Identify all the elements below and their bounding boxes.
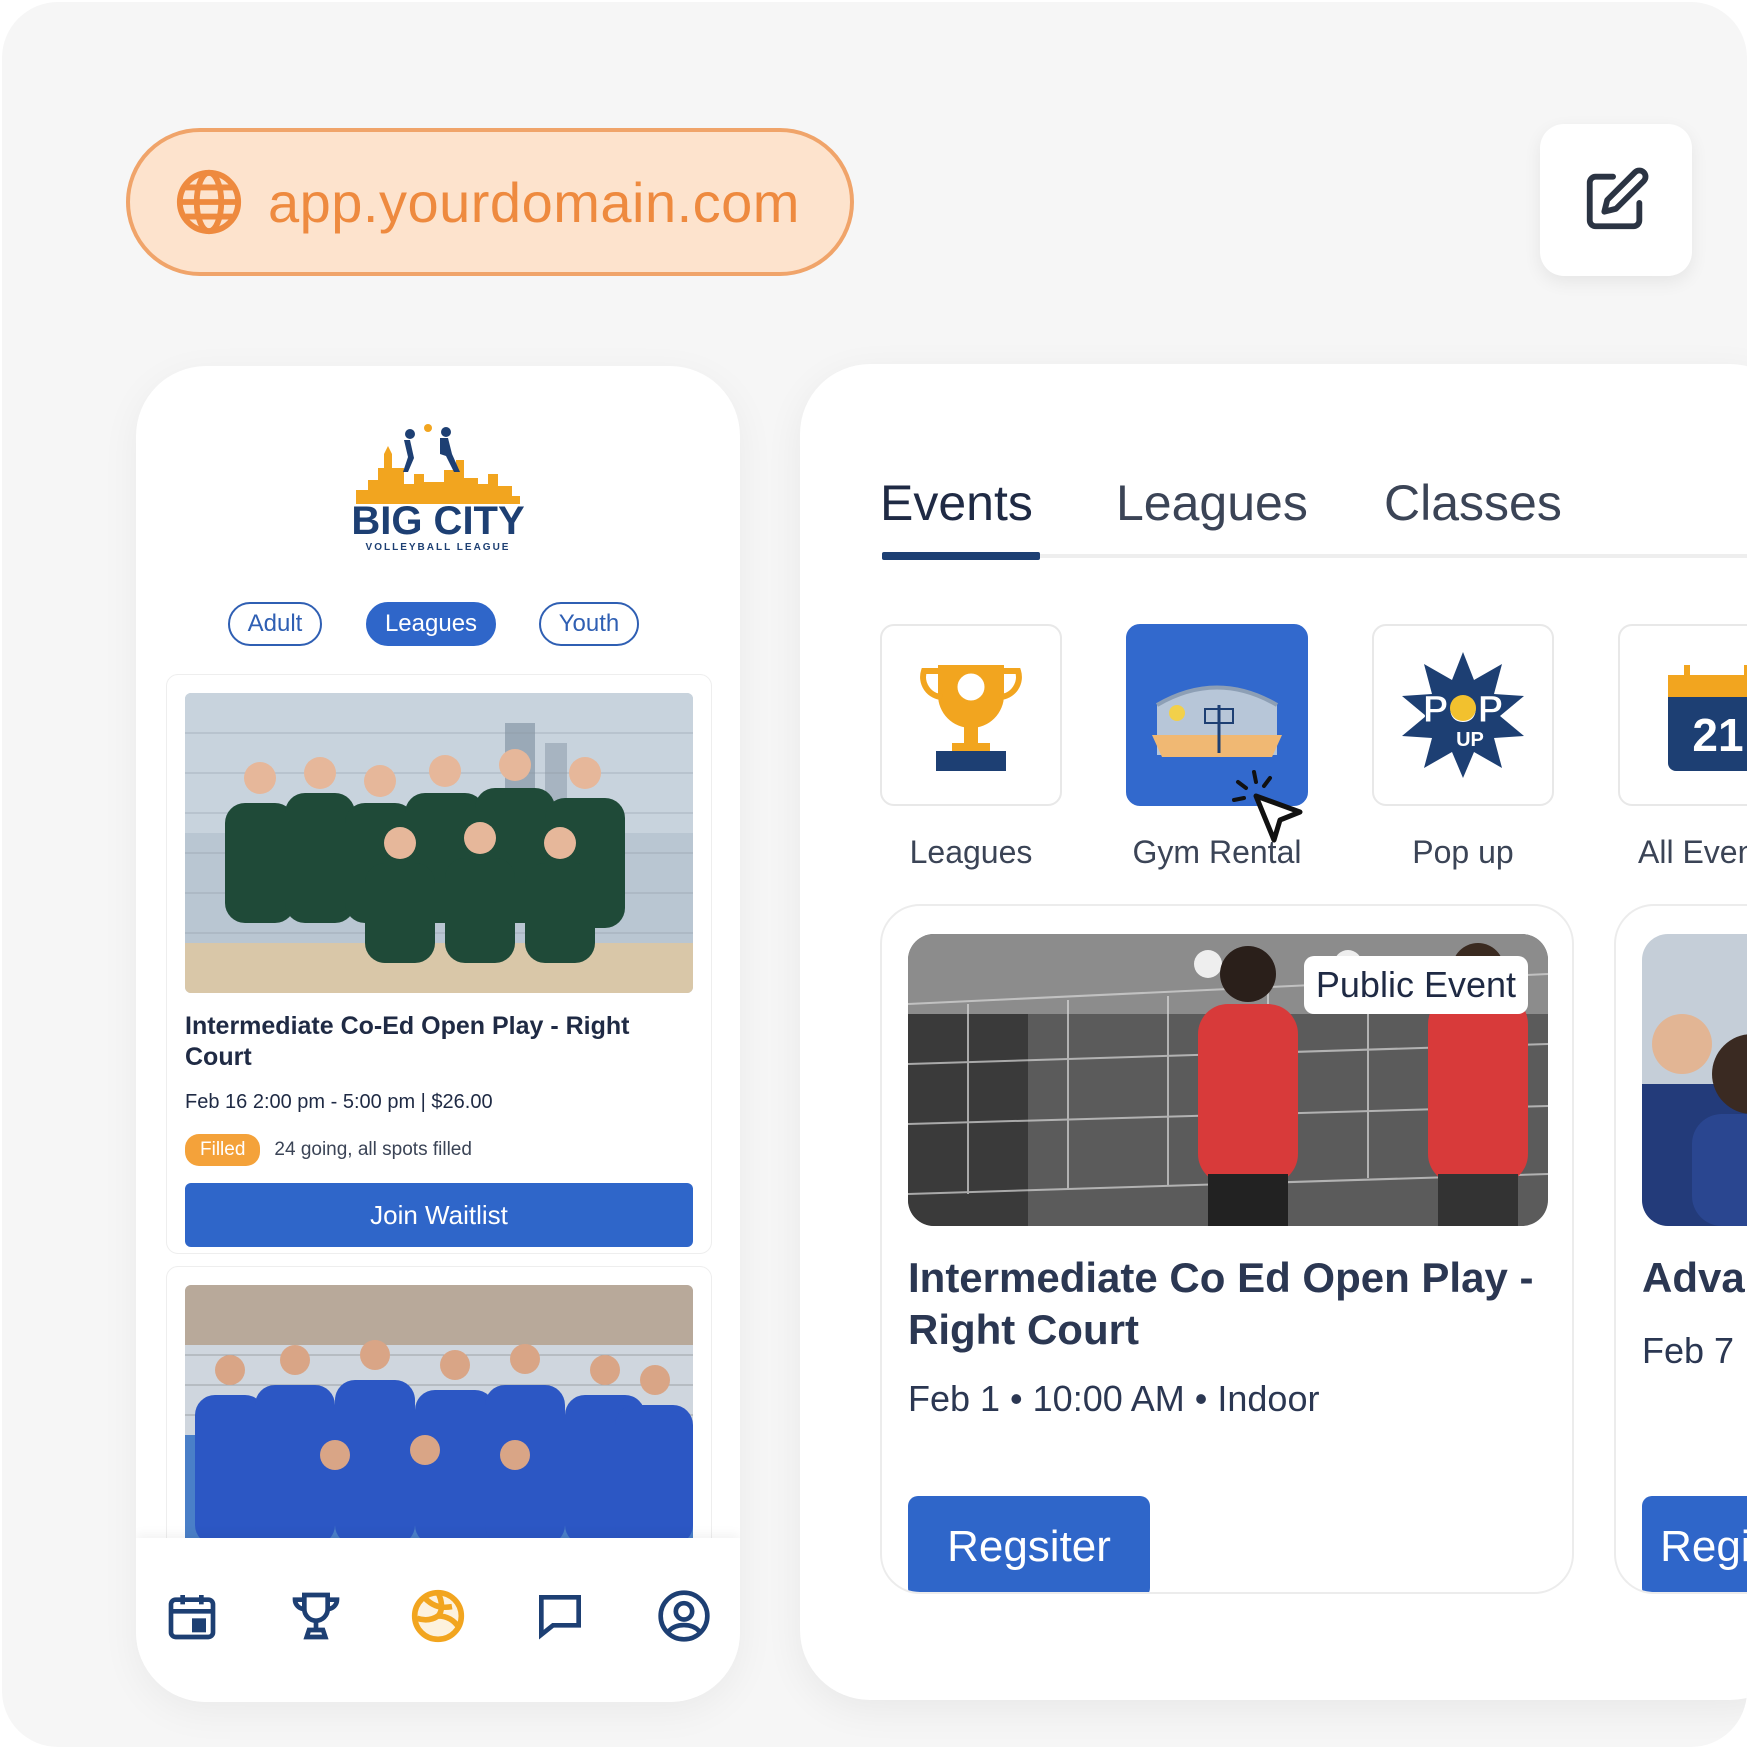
svg-text:UP: UP [1456,729,1484,751]
url-bar[interactable]: app.yourdomain.com [126,128,854,276]
public-event-badge: Public Event [1303,956,1528,1014]
join-waitlist-button[interactable]: Join Waitlist [185,1183,693,1247]
register-button[interactable]: Regsiter [908,1496,1150,1592]
gym-court-icon [1152,685,1282,757]
bottom-tab-bar [136,1538,740,1702]
calendar-day: 21 [1692,709,1743,761]
edit-button[interactable] [1540,124,1692,276]
category-label: All Events [1638,834,1747,870]
chip-youth[interactable]: Youth [539,602,639,646]
pointer-cursor-icon [1232,770,1303,843]
tab-leagues[interactable]: Leagues [1116,474,1308,532]
event-meta: Feb 16 2:00 pm - 5:00 pm | $26.00 [185,1091,493,1113]
register-button[interactable]: Register [1642,1496,1747,1592]
event-photo: Public Event [908,934,1548,1226]
event-title: Intermediate Co-Ed Open Play - Right Cou… [185,1012,630,1071]
category-all-events[interactable]: 21 [1618,624,1747,806]
event-card[interactable]: Advanced Feb 7 Register [1614,904,1747,1594]
trophy-icon [920,665,1022,771]
events-panel: Events Leagues Classes UP 21 Leagues Gym… [800,364,1747,1700]
calendar-icon[interactable] [164,1588,220,1644]
profile-icon[interactable] [656,1588,712,1644]
edit-icon [1586,167,1649,230]
volleyball-icon[interactable] [410,1588,466,1644]
tab-classes[interactable]: Classes [1384,474,1562,532]
event-card[interactable]: Public Event Intermediate Co Ed Open Pla… [880,904,1574,1594]
chip-adult[interactable]: Adult [228,602,322,646]
tab-events[interactable]: Events [880,474,1033,532]
chat-icon[interactable] [532,1588,588,1644]
event-card[interactable]: Intermediate Co-Ed Open Play - Right Cou… [166,674,712,1254]
app-showcase-frame: app.yourdomain.com BIG CITY VOLLEYBALL L… [2,2,1747,1747]
active-tab-indicator [882,552,1040,560]
event-title: Intermediate Co Ed Open Play - Right Cou… [908,1254,1534,1353]
url-text: app.yourdomain.com [268,170,800,234]
trophy-icon[interactable] [288,1588,344,1644]
calendar-icon: 21 [1668,665,1747,771]
category-pop-up[interactable]: POP UP [1372,624,1554,806]
chip-leagues[interactable]: Leagues [366,602,496,646]
globe-icon [176,169,242,235]
filter-chips: Adult Leagues Youth [136,602,740,648]
category-leagues[interactable] [880,624,1062,806]
event-title: Advanced [1642,1254,1747,1301]
phone-mockup: BIG CITY VOLLEYBALL LEAGUE Adult Leagues… [136,366,740,1702]
category-label: Leagues [909,834,1033,870]
category-label: Pop up [1412,834,1514,870]
event-photo [1642,934,1747,1226]
status-badge: Filled [185,1134,261,1166]
popup-icon: POP UP [1402,652,1524,778]
logo-subtitle: VOLLEYBALL LEAGUE [366,542,511,553]
big-city-logo: BIG CITY VOLLEYBALL LEAGUE [351,424,525,553]
event-photo [185,693,693,993]
event-meta: Feb 1 • 10:00 AM • Indoor [908,1378,1320,1419]
logo-title: BIG CITY [351,499,525,543]
event-meta: Feb 7 [1642,1330,1735,1371]
event-status: Filled 24 going, all spots filled [185,1133,472,1167]
event-photo [185,1285,693,1545]
attendance-text: 24 going, all spots filled [274,1139,472,1160]
